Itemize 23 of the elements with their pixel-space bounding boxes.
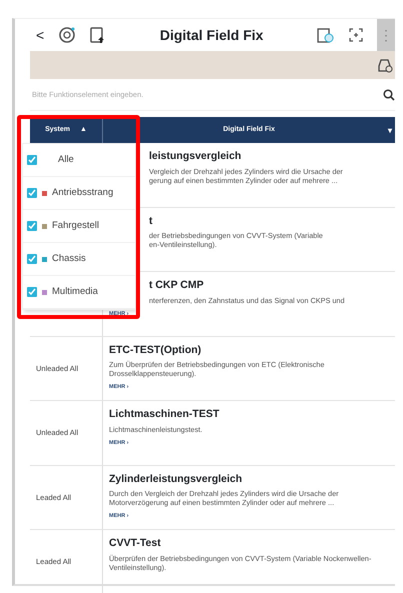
checkbox[interactable] xyxy=(27,155,37,165)
filter-option[interactable]: Fahrgestell xyxy=(52,218,99,234)
checkbox[interactable] xyxy=(27,254,37,264)
search-icon[interactable] xyxy=(383,88,395,100)
filter-option[interactable]: Antriebsstrang xyxy=(52,186,114,200)
car-info-icon[interactable] xyxy=(377,57,393,73)
function-title[interactable]: Lichtmaschinen-TEST xyxy=(109,407,391,423)
document-upload-icon[interactable] xyxy=(90,26,106,44)
function-title[interactable]: Zylinderleistungsvergleich xyxy=(109,472,391,488)
checkbox[interactable] xyxy=(27,287,37,297)
filter-option[interactable]: Chassis xyxy=(52,252,86,266)
function-title[interactable]: ETC-TEST(Option) xyxy=(109,342,391,358)
function-title[interactable]: CVVT-Test xyxy=(109,536,391,552)
checkbox[interactable] xyxy=(27,221,37,231)
report-icon[interactable] xyxy=(317,26,335,44)
page-title: Digital Field Fix xyxy=(158,26,264,45)
filter-option[interactable]: Multimedia xyxy=(52,284,98,300)
caret-icon[interactable]: ▾ xyxy=(388,125,392,137)
checkbox[interactable] xyxy=(27,188,37,198)
diagnostic-icon[interactable] xyxy=(58,26,76,44)
filter-option[interactable]: Alle xyxy=(58,152,74,168)
scan-icon[interactable] xyxy=(349,28,363,42)
back-button[interactable]: < xyxy=(36,24,44,46)
